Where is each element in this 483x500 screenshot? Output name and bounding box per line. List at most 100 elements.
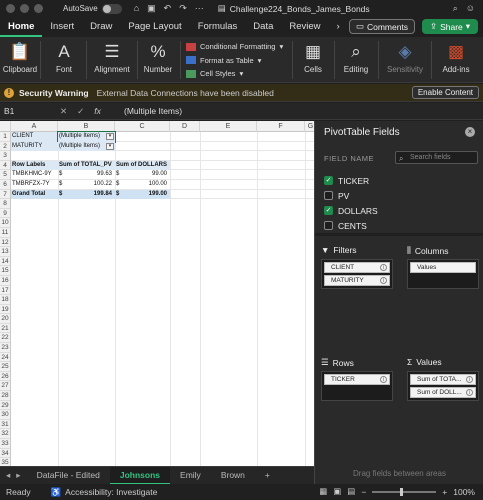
- cancel-icon[interactable]: ✕: [60, 106, 67, 117]
- row-header[interactable]: 16: [0, 276, 10, 286]
- sheet-tab-johnsons[interactable]: Johnsons: [109, 466, 171, 485]
- pane-splitter[interactable]: [315, 233, 483, 236]
- column-chip-values[interactable]: Values: [410, 262, 476, 273]
- row-header[interactable]: 30: [0, 410, 10, 420]
- info-icon[interactable]: i: [466, 389, 473, 396]
- row-header[interactable]: 32: [0, 429, 10, 439]
- dollars-value[interactable]: 100.00: [125, 180, 168, 190]
- name-box[interactable]: B1: [0, 106, 60, 116]
- field-cents[interactable]: CENTS: [324, 218, 478, 233]
- zoom-in-icon[interactable]: +: [442, 487, 447, 497]
- row-header[interactable]: 25: [0, 362, 10, 372]
- row-header[interactable]: 24: [0, 353, 10, 363]
- insert-function-button[interactable]: fx: [94, 106, 101, 117]
- row-header[interactable]: 31: [0, 420, 10, 430]
- grand-total-dollars[interactable]: 199.00: [125, 189, 170, 200]
- info-icon[interactable]: i: [380, 277, 387, 284]
- filter-chip-maturity[interactable]: MATURITY i: [324, 275, 390, 286]
- row-header[interactable]: 23: [0, 343, 10, 353]
- worksheet-grid[interactable]: A B C D E F G 1 2 3 4 5 6 7 8 9 10 11 12 13 14 15 16 17 1…: [0, 121, 314, 466]
- row-header[interactable]: 9: [0, 209, 10, 219]
- field-pv[interactable]: PV: [324, 188, 478, 203]
- checkbox[interactable]: [324, 191, 333, 200]
- share-button[interactable]: ⇪ Share ▾: [422, 19, 478, 34]
- row-header[interactable]: 5: [0, 170, 10, 180]
- checkbox[interactable]: [324, 221, 333, 230]
- row-chip-ticker[interactable]: TICKER i: [324, 374, 390, 385]
- grand-total-label[interactable]: Grand Total: [11, 189, 58, 200]
- column-header-b[interactable]: B: [58, 121, 115, 132]
- sum-pv-header[interactable]: Sum of TOTAL_PV: [58, 160, 115, 171]
- row-header[interactable]: 2: [0, 142, 10, 152]
- accessibility-status[interactable]: Accessibility: Investigate: [65, 487, 157, 497]
- row-label[interactable]: TMBRFZX-7Y: [11, 180, 58, 190]
- save-icon[interactable]: ▣: [147, 3, 156, 14]
- next-sheet-icon[interactable]: ▸: [16, 470, 20, 481]
- clipboard-group[interactable]: 📋 Clipboard: [3, 39, 37, 74]
- window-controls[interactable]: [6, 4, 43, 13]
- sheet-tab-emily[interactable]: Emily: [170, 467, 211, 485]
- editing-group[interactable]: ⌕ Editing: [340, 39, 372, 74]
- row-header[interactable]: 8: [0, 199, 10, 209]
- row-header[interactable]: 11: [0, 228, 10, 238]
- row-header[interactable]: 26: [0, 372, 10, 382]
- row-header[interactable]: 28: [0, 391, 10, 401]
- row-header[interactable]: 17: [0, 286, 10, 296]
- page-layout-view-icon[interactable]: ▣: [333, 486, 341, 497]
- info-icon[interactable]: i: [380, 264, 387, 271]
- font-group[interactable]: A Font: [48, 39, 80, 74]
- rows-area[interactable]: TICKER i: [321, 371, 393, 401]
- row-header[interactable]: 7: [0, 190, 10, 200]
- info-icon[interactable]: i: [466, 376, 473, 383]
- filter-value-maturity[interactable]: (Multiple Items) ▾: [58, 141, 115, 152]
- row-header[interactable]: 1: [0, 132, 10, 142]
- format-as-table-button[interactable]: Format as Table ▾: [186, 54, 283, 68]
- value-chip-sum-total-pv[interactable]: Sum of TOTA... i: [410, 374, 476, 385]
- alignment-group[interactable]: ☰ Alignment: [92, 39, 132, 74]
- tab-more-chevron-icon[interactable]: ›: [329, 17, 348, 37]
- filter-dropdown-icon[interactable]: ▾: [106, 133, 114, 140]
- formula-input[interactable]: (Multiple Items): [124, 106, 182, 116]
- row-header[interactable]: 34: [0, 449, 10, 459]
- row-header[interactable]: 22: [0, 333, 10, 344]
- number-group[interactable]: % Number: [142, 39, 174, 74]
- conditional-formatting-button[interactable]: Conditional Formatting ▾: [186, 40, 283, 54]
- enable-content-button[interactable]: Enable Content: [411, 86, 479, 99]
- row-header[interactable]: 3: [0, 151, 10, 161]
- tab-formulas[interactable]: Formulas: [190, 17, 246, 37]
- row-header[interactable]: 19: [0, 305, 10, 315]
- zoom-level[interactable]: 100%: [453, 487, 475, 497]
- tab-data[interactable]: Data: [245, 17, 281, 37]
- columns-area[interactable]: Values: [407, 259, 479, 289]
- close-window-button[interactable]: [6, 4, 15, 13]
- column-header-f[interactable]: F: [257, 121, 305, 132]
- tab-home[interactable]: Home: [0, 17, 43, 37]
- search-fields-input[interactable]: ⌕ Search fields: [395, 151, 478, 164]
- add-sheet-icon[interactable]: +: [255, 467, 280, 485]
- row-header[interactable]: 35: [0, 458, 10, 466]
- filter-value-client[interactable]: (Multiple Items) ▾: [57, 131, 116, 143]
- row-header[interactable]: 14: [0, 257, 10, 267]
- autosave-toggle[interactable]: [101, 3, 122, 14]
- confirm-icon[interactable]: ✓: [77, 106, 84, 117]
- row-label[interactable]: TMBKHMC-9Y: [11, 170, 58, 180]
- row-header[interactable]: 18: [0, 295, 10, 305]
- row-header[interactable]: 12: [0, 238, 10, 248]
- cell-styles-button[interactable]: Cell Styles ▾: [186, 67, 283, 81]
- sensitivity-group[interactable]: ◈ Sensitivity: [383, 39, 427, 74]
- row-header[interactable]: 20: [0, 314, 10, 324]
- column-header-e[interactable]: E: [200, 121, 257, 132]
- tab-draw[interactable]: Draw: [82, 17, 120, 37]
- row-header[interactable]: 10: [0, 218, 10, 228]
- zoom-out-icon[interactable]: −: [361, 487, 366, 497]
- row-header[interactable]: 27: [0, 381, 10, 392]
- row-labels-header[interactable]: Row Labels: [11, 160, 58, 171]
- row-header[interactable]: 33: [0, 439, 10, 449]
- field-dollars[interactable]: ✓ DOLLARS: [324, 203, 478, 218]
- previous-sheet-icon[interactable]: ◂: [6, 470, 10, 481]
- select-all-corner[interactable]: [0, 121, 11, 132]
- pv-value[interactable]: 100.22: [68, 180, 113, 190]
- filter-dropdown-icon[interactable]: ▾: [106, 142, 114, 150]
- page-break-view-icon[interactable]: ▤: [347, 486, 355, 497]
- row-header[interactable]: 13: [0, 247, 10, 257]
